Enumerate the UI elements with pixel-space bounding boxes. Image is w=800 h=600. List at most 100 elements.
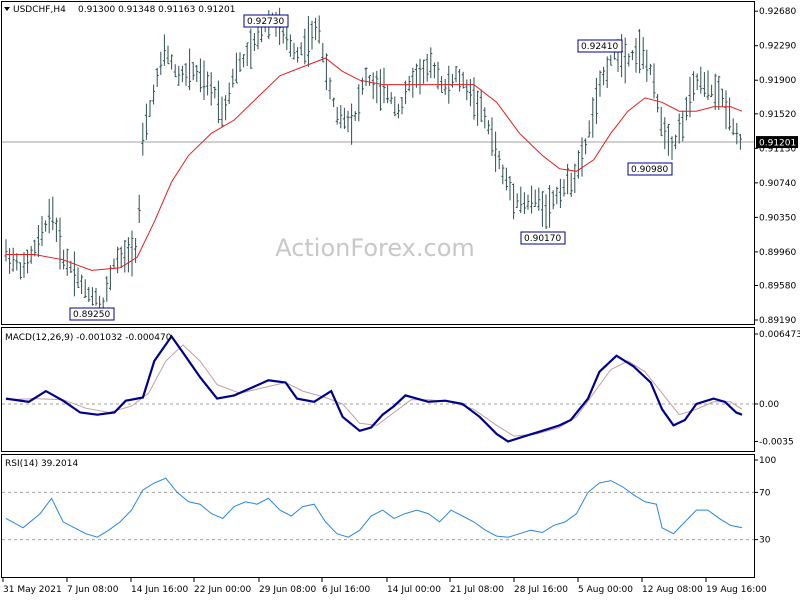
- macd-tick-label: 0.00: [759, 400, 779, 410]
- ohlc-bar: [544, 194, 548, 229]
- ohlc-bar: [436, 61, 440, 90]
- ohlc-bar: [8, 248, 12, 274]
- ohlc-bar: [458, 68, 462, 92]
- ohlc-bar: [393, 96, 397, 117]
- ohlc-bar: [386, 85, 390, 104]
- ohlc-bar: [389, 92, 393, 105]
- ohlc-bar: [292, 42, 296, 60]
- ohlc-bar: [332, 97, 336, 108]
- time-tick-label: 14 Jun 16:00: [131, 585, 188, 595]
- ohlc-bar: [152, 84, 156, 105]
- ohlc-bar: [641, 37, 645, 70]
- price-tick-label: 0.90740: [759, 179, 796, 189]
- ohlc-bar: [422, 59, 426, 84]
- time-tick-label: 6 Jul 16:00: [322, 585, 371, 595]
- ohlc-values: 0.91300 0.91348 0.91163 0.91201: [78, 5, 235, 15]
- price-tick-label: 0.92680: [759, 7, 796, 17]
- ohlc-bar: [213, 86, 217, 99]
- macd-title: MACD(12,26,9) -0.001032 -0.000470: [5, 333, 172, 343]
- ohlc-bar: [40, 215, 44, 247]
- ohlc-bar: [350, 103, 354, 145]
- ohlc-bar: [717, 75, 721, 111]
- ohlc-bar: [677, 113, 681, 144]
- ohlc-bar: [252, 33, 256, 51]
- ohlc-bar: [335, 106, 339, 125]
- ohlc-bar: [548, 185, 552, 228]
- ohlc-bar: [407, 75, 411, 92]
- ohlc-bar: [191, 62, 195, 81]
- ohlc-bar: [51, 196, 55, 231]
- ohlc-bar: [346, 110, 350, 133]
- rsi-title: RSI(14) 39.2014: [5, 459, 78, 469]
- ohlc-bar: [220, 96, 224, 127]
- ohlc-bar: [720, 88, 724, 108]
- ohlc-bar: [26, 249, 30, 274]
- ohlc-bar: [126, 237, 130, 273]
- ohlc-bar: [44, 220, 48, 232]
- ohlc-bar: [472, 77, 476, 120]
- ohlc-bar: [36, 225, 40, 257]
- header: USDCHF,H4 0.91300 0.91348 0.91163 0.9120…: [4, 5, 235, 15]
- ohlc-bar: [652, 63, 656, 99]
- annotation-label: 0.92730: [243, 14, 289, 28]
- time-tick-label: 21 Jul 08:00: [450, 585, 504, 595]
- current-price-label: 0.91201: [759, 139, 796, 149]
- macd-panel-frame: [1, 327, 755, 452]
- ohlc-bar: [728, 97, 732, 131]
- ohlc-bar: [285, 25, 289, 51]
- ohlc-bar: [490, 117, 494, 156]
- ohlc-bar: [479, 89, 483, 122]
- ohlc-bar: [702, 72, 706, 97]
- symbol-label: USDCHF,H4: [13, 5, 66, 15]
- ohlc-bar: [184, 63, 188, 86]
- ohlc-bar: [443, 78, 447, 95]
- ohlc-bar: [713, 73, 717, 111]
- ohlc-bar: [418, 58, 422, 95]
- ohlc-bar: [483, 107, 487, 129]
- rsi-line: [5, 477, 743, 538]
- ohlc-bar: [519, 186, 523, 214]
- ohlc-bar: [476, 90, 480, 126]
- ohlc-bar: [245, 42, 249, 67]
- ohlc-bar: [15, 253, 19, 271]
- ohlc-bar: [112, 258, 116, 269]
- ohlc-bar: [177, 65, 181, 86]
- time-tick-label: 31 May 2021: [3, 585, 62, 595]
- ohlc-bar: [512, 183, 516, 220]
- ohlc-bar: [328, 77, 332, 100]
- ohlc-bar: [501, 164, 505, 185]
- ohlc-bar: [87, 287, 91, 303]
- rsi-tick-label: 100: [759, 456, 776, 466]
- price-tick-label: 0.91900: [759, 76, 796, 86]
- ohlc-bar: [706, 70, 710, 101]
- time-tick-label: 22 Jun 00:00: [194, 585, 251, 595]
- ohlc-bar: [584, 138, 588, 155]
- ohlc-bar: [573, 163, 577, 194]
- annotation-text: 0.90170: [524, 234, 561, 244]
- ohlc-bar: [494, 131, 498, 172]
- ohlc-bar: [537, 187, 541, 211]
- ohlc-bar: [303, 28, 307, 65]
- ohlc-bar: [18, 262, 22, 280]
- ohlc-bar: [609, 54, 613, 66]
- watermark: ActionForex.com: [275, 234, 475, 262]
- ohlc-bar: [296, 47, 300, 63]
- ohlc-bar: [216, 80, 220, 124]
- ohlc-bar: [224, 95, 228, 121]
- time-tick-label: 19 Aug 16:00: [706, 585, 767, 595]
- ohlc-bar: [425, 53, 429, 82]
- ohlc-bar: [22, 251, 26, 278]
- ohlc-bar: [710, 84, 714, 98]
- ohlc-bar: [339, 105, 343, 129]
- ohlc-bar: [314, 17, 318, 41]
- ohlc-bar: [681, 110, 685, 142]
- ohlc-bar: [368, 75, 372, 86]
- ohlc-bar: [663, 117, 667, 150]
- ohlc-bar: [288, 34, 292, 57]
- rsi-tick-label: 70: [759, 488, 771, 498]
- ohlc-bar: [299, 42, 303, 56]
- ohlc-bar: [317, 15, 321, 44]
- ohlc-bar: [357, 84, 361, 122]
- ohlc-bar: [627, 53, 631, 67]
- ohlc-bar: [382, 67, 386, 104]
